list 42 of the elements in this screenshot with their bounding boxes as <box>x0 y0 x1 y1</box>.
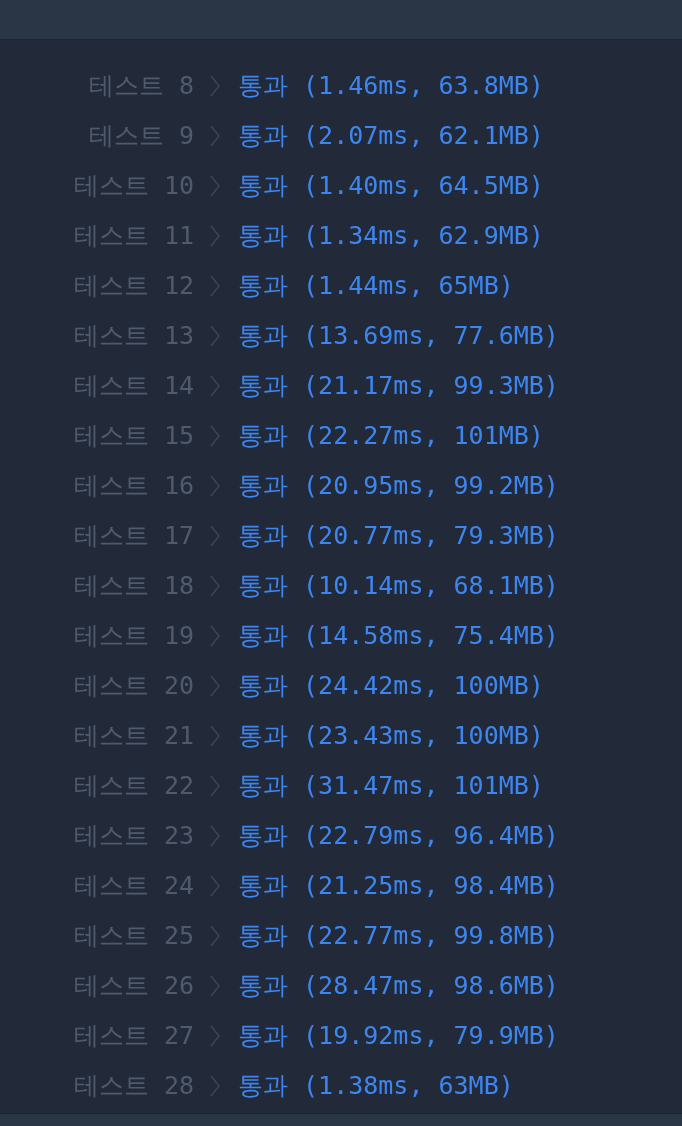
chevron-right-icon <box>210 825 220 847</box>
test-result: 통과 (24.42ms, 100MB) <box>238 670 544 703</box>
test-result: 통과 (21.17ms, 99.3MB) <box>238 370 559 403</box>
test-result: 통과 (22.77ms, 99.8MB) <box>238 920 559 953</box>
chevron-right-icon <box>210 375 220 397</box>
chevron-right-icon <box>210 475 220 497</box>
chevron-right-icon <box>210 575 220 597</box>
chevron-right-icon <box>210 1025 220 1047</box>
chevron-right-icon <box>210 675 220 697</box>
chevron-right-icon <box>210 875 220 897</box>
test-result: 통과 (22.79ms, 96.4MB) <box>238 820 559 853</box>
test-result: 통과 (21.25ms, 98.4MB) <box>238 870 559 903</box>
test-result: 통과 (23.43ms, 100MB) <box>238 720 544 753</box>
chevron-right-icon <box>210 625 220 647</box>
chevron-right-icon <box>210 775 220 797</box>
chevron-right-icon <box>210 425 220 447</box>
chevron-right-icon <box>210 75 220 97</box>
chevron-right-icon <box>210 325 220 347</box>
chevron-right-icon <box>210 275 220 297</box>
test-result: 통과 (28.47ms, 98.6MB) <box>238 970 559 1003</box>
chevron-right-icon <box>210 175 220 197</box>
chevron-right-icon <box>210 975 220 997</box>
test-result: 통과 (20.77ms, 79.3MB) <box>238 520 559 553</box>
test-result: 통과 (19.92ms, 79.9MB) <box>238 1020 559 1053</box>
test-result: 통과 (13.69ms, 77.6MB) <box>238 320 559 353</box>
test-result: 통과 (1.44ms, 65MB) <box>238 270 514 303</box>
test-result: 통과 (1.38ms, 63MB) <box>238 1070 514 1103</box>
chevron-right-icon <box>210 1075 220 1097</box>
test-result: 통과 (14.58ms, 75.4MB) <box>238 620 559 653</box>
test-result: 통과 (22.27ms, 101MB) <box>238 420 544 453</box>
chevron-right-icon <box>210 125 220 147</box>
test-result: 통과 (2.07ms, 62.1MB) <box>238 120 544 153</box>
test-result: 통과 (1.34ms, 62.9MB) <box>238 220 544 253</box>
test-result: 통과 (10.14ms, 68.1MB) <box>238 570 559 603</box>
test-result: 통과 (31.47ms, 101MB) <box>238 770 544 803</box>
test-result: 통과 (1.40ms, 64.5MB) <box>238 170 544 203</box>
chevron-right-icon <box>210 525 220 547</box>
chevron-right-icon <box>210 225 220 247</box>
chevron-right-icon <box>210 925 220 947</box>
test-result: 통과 (1.46ms, 63.8MB) <box>238 70 544 103</box>
chevron-right-icon <box>210 725 220 747</box>
test-result: 통과 (20.95ms, 99.2MB) <box>238 470 559 503</box>
